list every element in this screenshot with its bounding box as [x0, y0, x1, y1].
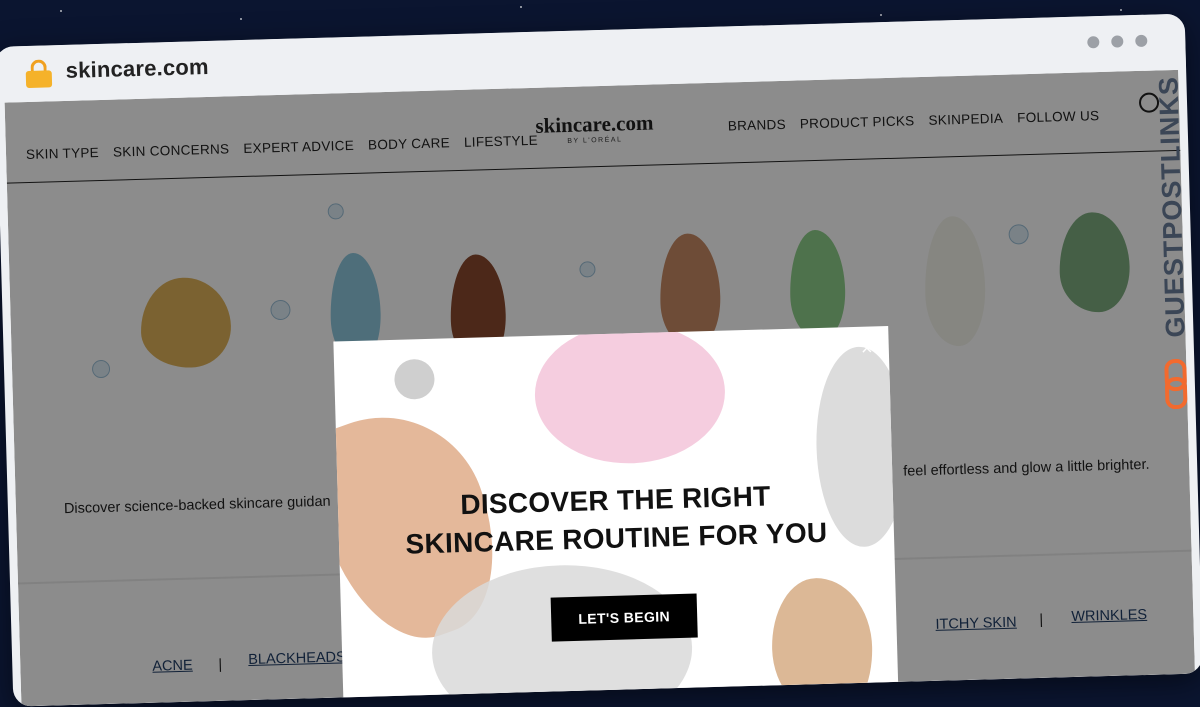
gel-swatch-image [533, 326, 727, 466]
routine-modal: DISCOVER THE RIGHT SKINCARE ROUTINE FOR … [333, 326, 899, 707]
window-dot-icon[interactable] [1135, 34, 1148, 48]
chain-link-icon [1164, 358, 1188, 410]
serum-drop-image [393, 358, 436, 400]
lets-begin-button[interactable]: LET'S BEGIN [550, 593, 698, 642]
watermark-badge: GUESTPOSTLINKS [1138, 54, 1195, 410]
window-dot-icon[interactable] [1087, 36, 1100, 49]
window-dot-icon[interactable] [1111, 35, 1124, 48]
address-bar-url[interactable]: skincare.com [65, 54, 209, 84]
web-page: SKIN TYPE SKIN CONCERNS EXPERT ADVICE BO… [4, 69, 1195, 707]
scrub-swatch-image [770, 576, 875, 707]
modal-title: DISCOVER THE RIGHT SKINCARE ROUTINE FOR … [338, 474, 895, 565]
browser-window: skincare.com SKIN TYPE SKIN CONCERNS EXP… [0, 13, 1200, 707]
watermark-text: GUESTPOSTLINKS [1153, 75, 1191, 338]
close-icon[interactable]: × [857, 337, 878, 359]
lock-icon [25, 59, 53, 89]
window-controls [1087, 34, 1148, 49]
